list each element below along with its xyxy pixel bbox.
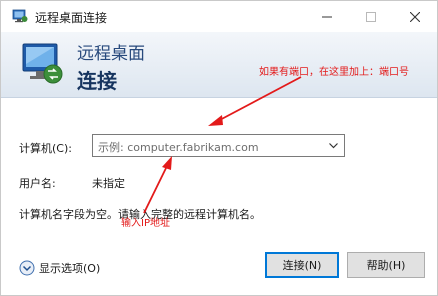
close-button[interactable] (394, 1, 436, 32)
title-bar[interactable]: 远程桌面连接 (1, 1, 437, 32)
username-value: 未指定 (92, 177, 125, 190)
maximize-icon (366, 11, 376, 22)
help-button[interactable]: 帮助(H) (347, 252, 425, 278)
port-arrow-head (208, 115, 223, 126)
port-annotation: 如果有端口，在这里加上：端口号 (259, 67, 409, 78)
ip-arrow-head (162, 156, 172, 170)
computer-label: 计算机(C): (19, 142, 72, 155)
close-icon (410, 11, 420, 22)
show-options-label: 显示选项(O) (39, 262, 101, 275)
computer-combobox[interactable]: 示例: computer.fabrikam.com (92, 134, 345, 157)
username-label: 用户名: (19, 177, 56, 190)
banner-title: 连接 (77, 69, 117, 93)
minimize-button[interactable] (306, 1, 348, 32)
connect-button[interactable]: 连接(N) (265, 252, 339, 278)
show-options-toggle[interactable]: 显示选项(O) (19, 259, 100, 277)
expand-circle-icon (19, 260, 35, 276)
remote-desktop-app-icon (12, 9, 28, 23)
chevron-down-icon[interactable] (329, 142, 338, 149)
computer-input-placeholder: 示例: computer.fabrikam.com (98, 141, 259, 154)
minimize-icon (322, 16, 332, 17)
window-title: 远程桌面连接 (35, 11, 108, 25)
ip-annotation: 输入IP地址 (121, 218, 170, 229)
banner-subtitle: 远程桌面 (77, 44, 145, 64)
remote-monitor-icon (22, 43, 63, 84)
maximize-button[interactable] (350, 1, 392, 32)
remote-desktop-window: 远程桌面连接 远程桌面 连接 计算机(C): 示例: computer.fabr… (0, 0, 438, 296)
